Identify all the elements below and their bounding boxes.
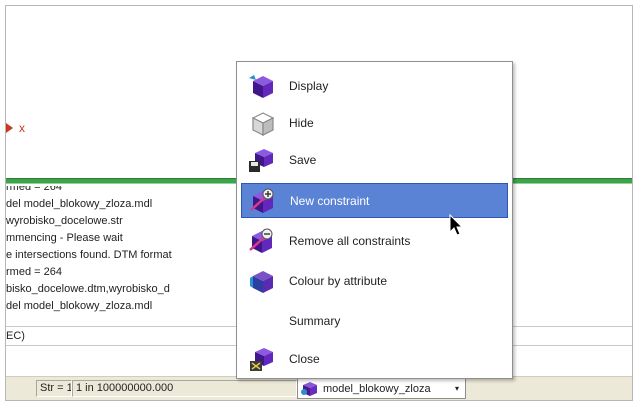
- axis-indicator: x: [6, 120, 25, 136]
- layer-select-value: model_blokowy_zloza: [323, 382, 431, 395]
- menu-item-display[interactable]: Display: [241, 68, 508, 103]
- axis-arrow-icon: [6, 123, 13, 133]
- axis-label: x: [19, 121, 25, 135]
- menu-item-label: Summary: [289, 313, 341, 328]
- command-text: EC): [6, 330, 25, 342]
- mouse-pointer-icon: [449, 214, 464, 236]
- menu-item-new-constraint[interactable]: New constraint: [241, 183, 508, 218]
- scale-indicator: 1 in 100000000.000: [72, 380, 297, 397]
- colour-by-attribute-icon: [250, 270, 273, 293]
- report-line: del model_blokowy_zloza.mdl: [6, 300, 153, 312]
- menu-item-label: New constraint: [290, 193, 370, 208]
- menu-item-label: Save: [289, 152, 317, 167]
- display-icon: [249, 74, 273, 98]
- menu-item-remove-all-constraints[interactable]: Remove all constraints: [241, 223, 508, 258]
- report-line: rmed = 264: [6, 266, 62, 278]
- str-indicator: Str = 1: [36, 380, 72, 397]
- save-icon: [249, 148, 273, 172]
- report-line: rmed = 264: [6, 186, 62, 193]
- new-constraint-icon: [250, 188, 274, 213]
- chevron-down-icon[interactable]: ▾: [455, 384, 459, 393]
- hide-icon: [251, 111, 275, 136]
- remove-constraints-icon: [249, 228, 273, 253]
- menu-item-label: Display: [289, 78, 329, 93]
- menu-item-label: Hide: [289, 115, 314, 130]
- layer-select[interactable]: model_blokowy_zloza ▾: [297, 378, 466, 399]
- report-line: bisko_docelowe.dtm,wyrobisko_d: [6, 283, 170, 295]
- menu-item-summary[interactable]: Summary: [241, 303, 508, 338]
- report-line: del model_blokowy_zloza.mdl: [6, 198, 153, 210]
- menu-item-save[interactable]: Save: [241, 142, 508, 177]
- summary-icon: [246, 306, 278, 336]
- menu-item-close[interactable]: Close: [241, 341, 508, 376]
- menu-item-hide[interactable]: Hide: [241, 105, 508, 140]
- status-bar: Str = 1 1 in 100000000.000 model_blokowy…: [6, 376, 632, 400]
- layer-cube-icon: [301, 382, 317, 396]
- context-menu: Display Hide Save New constraint Remove …: [236, 61, 513, 379]
- report-line: e intersections found. DTM format: [6, 249, 172, 261]
- report-line: mmencing - Please wait: [6, 232, 123, 244]
- close-icon: [250, 347, 273, 371]
- menu-item-label: Remove all constraints: [289, 233, 411, 248]
- menu-item-colour-by-attribute[interactable]: Colour by attribute: [241, 263, 508, 298]
- report-line: wyrobisko_docelowe.str: [6, 215, 123, 227]
- menu-item-label: Close: [289, 351, 320, 366]
- menu-item-label: Colour by attribute: [289, 273, 388, 288]
